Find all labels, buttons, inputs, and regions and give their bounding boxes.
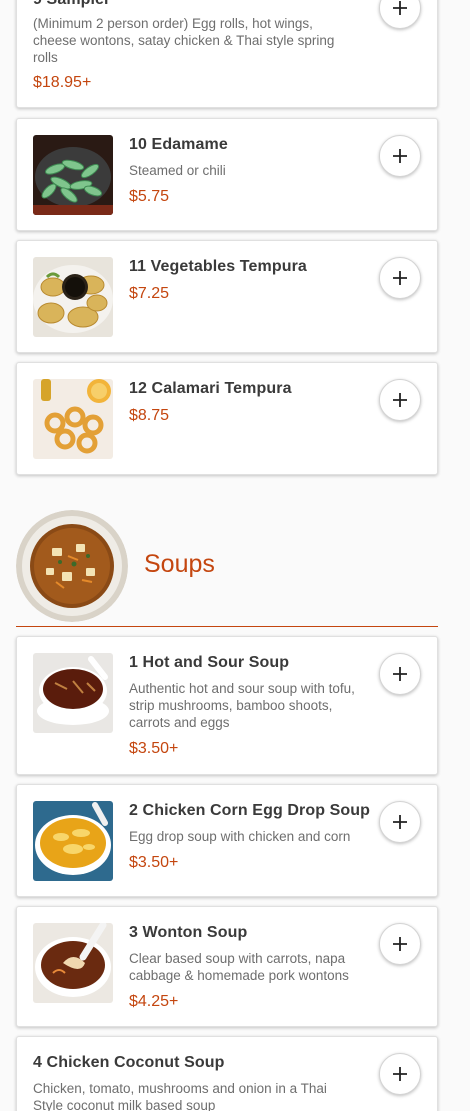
edamame-photo — [33, 135, 113, 215]
item-description: Chicken, tomato, mushrooms and onion in … — [33, 1081, 327, 1111]
plus-icon — [393, 149, 407, 163]
item-name: 11 Vegetables Tempura — [129, 258, 307, 275]
item-name: 2 Chicken Corn Egg Drop Soup — [129, 802, 371, 819]
category-divider — [16, 626, 438, 627]
item-name: 4 Chicken Coconut Soup — [33, 1054, 225, 1071]
item-price: $18.95+ — [33, 74, 92, 91]
item-name: 9 Sampler — [33, 0, 110, 9]
item-description: Egg drop soup with chicken and corn — [129, 829, 351, 844]
item-description: Steamed or chili — [129, 163, 226, 178]
item-name: 12 Calamari Tempura — [129, 380, 292, 397]
item-description: Clear based soup with carrots, napa cabb… — [129, 951, 349, 983]
menu-item-card[interactable]: 1 Hot and Sour Soup Authentic hot and so… — [16, 636, 438, 775]
add-item-button[interactable] — [379, 257, 421, 299]
add-item-button[interactable] — [379, 923, 421, 965]
wonton-soup-photo — [33, 923, 113, 1003]
menu-item-card[interactable]: 9 Sampler (Minimum 2 person order) Egg r… — [16, 0, 438, 108]
plus-icon — [393, 1, 407, 15]
menu-item-card[interactable]: 2 Chicken Corn Egg Drop Soup Egg drop so… — [16, 784, 438, 897]
menu-page: { "items_top": [ { "name": "9 Sampler", … — [0, 0, 470, 1111]
item-price: $4.25+ — [129, 993, 179, 1010]
add-item-button[interactable] — [379, 801, 421, 843]
plus-icon — [393, 667, 407, 681]
add-item-button[interactable] — [379, 653, 421, 695]
category-header: Soups — [16, 510, 438, 628]
hot-sour-soup-photo — [33, 653, 113, 733]
plus-icon — [393, 1067, 407, 1081]
item-name: 1 Hot and Sour Soup — [129, 654, 290, 671]
item-name: 10 Edamame — [129, 136, 228, 153]
item-price: $3.50+ — [129, 854, 179, 871]
plus-icon — [393, 937, 407, 951]
plus-icon — [393, 815, 407, 829]
add-item-button[interactable] — [379, 379, 421, 421]
item-description: Authentic hot and sour soup with tofu, s… — [129, 681, 355, 730]
item-description: (Minimum 2 person order) Egg rolls, hot … — [33, 16, 335, 65]
menu-item-card[interactable]: 3 Wonton Soup Clear based soup with carr… — [16, 906, 438, 1027]
item-price: $7.25 — [129, 285, 170, 302]
add-item-button[interactable] — [379, 1053, 421, 1095]
category-title: Soups — [144, 550, 215, 578]
add-item-button[interactable] — [379, 0, 421, 29]
item-price: $5.75 — [129, 188, 170, 205]
item-price: $8.75 — [129, 407, 170, 424]
add-item-button[interactable] — [379, 135, 421, 177]
plus-icon — [393, 271, 407, 285]
calamari-tempura-photo — [33, 379, 113, 459]
item-price: $3.50+ — [129, 740, 179, 757]
menu-item-card[interactable]: 11 Vegetables Tempura $7.25 — [16, 240, 438, 353]
item-name: 3 Wonton Soup — [129, 924, 248, 941]
plus-icon — [393, 393, 407, 407]
vegetable-tempura-photo — [33, 257, 113, 337]
menu-item-card[interactable]: 12 Calamari Tempura $8.75 — [16, 362, 438, 475]
soup-section-photo — [16, 510, 128, 622]
menu-item-card[interactable]: 4 Chicken Coconut Soup Chicken, tomato, … — [16, 1036, 438, 1111]
menu-item-card[interactable]: 10 Edamame Steamed or chili $5.75 — [16, 118, 438, 231]
egg-drop-soup-photo — [33, 801, 113, 881]
